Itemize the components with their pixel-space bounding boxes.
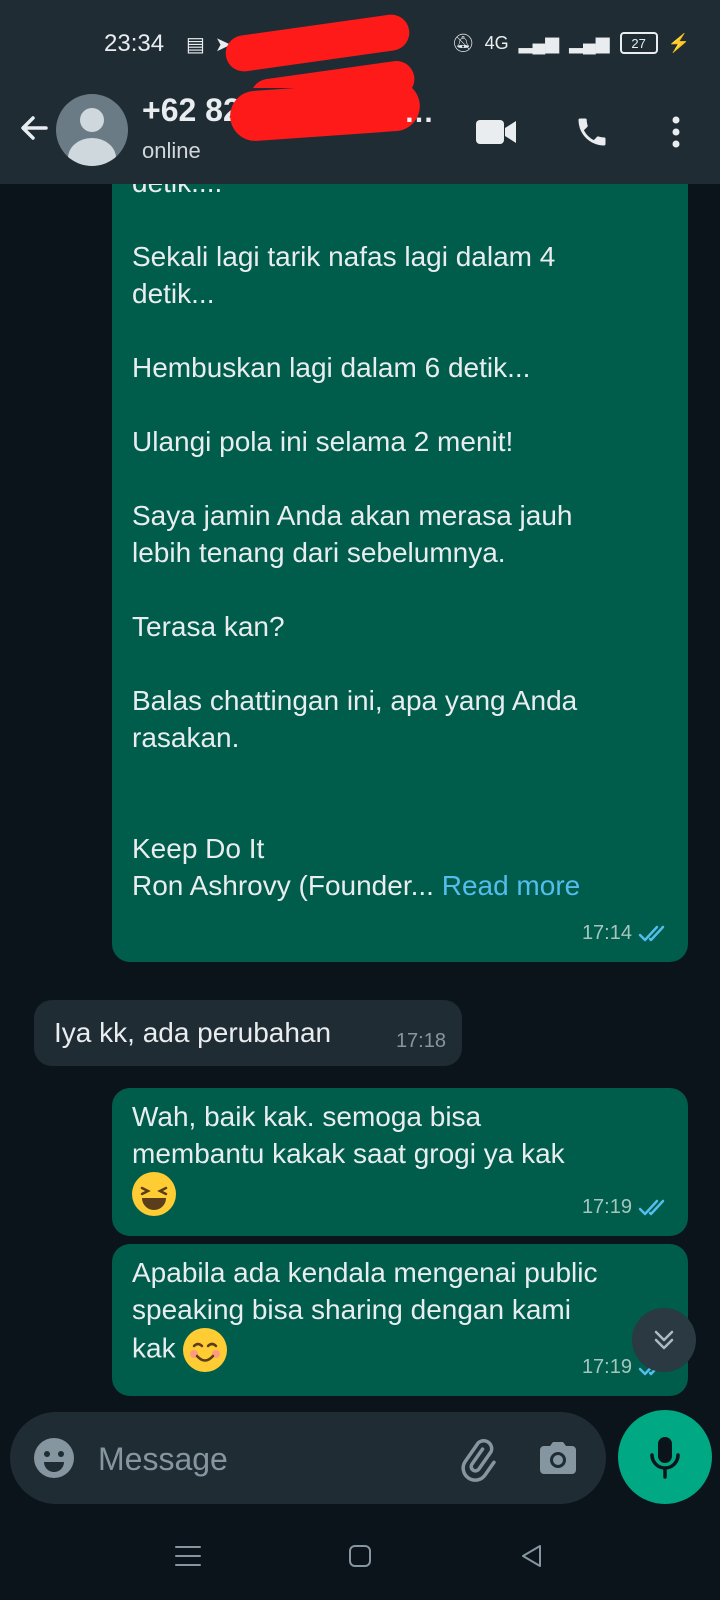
smiling-face-emoji-icon	[183, 1328, 228, 1372]
status-right-icons: 🔕︎ 4G ▂▄▆ ▂▄▆ 27 ⚡	[452, 32, 690, 54]
system-navigation-bar	[0, 1510, 720, 1600]
grinning-squinting-emoji-icon	[132, 1172, 176, 1216]
chat-header: +62 82 … online	[0, 79, 720, 184]
home-icon[interactable]	[340, 1536, 380, 1576]
double-check-icon	[638, 925, 665, 941]
message-text: Wah, baik kak. semoga bisa membantu kaka…	[132, 1101, 565, 1169]
back-triangle-icon[interactable]	[512, 1536, 552, 1576]
message-bubble-incoming[interactable]: Iya kk, ada perubahan 17:18	[34, 1000, 462, 1066]
message-time: 17:19	[581, 1196, 632, 1218]
avatar[interactable]	[56, 94, 128, 166]
read-more-link[interactable]: Read more	[442, 870, 581, 901]
battery-icon: 27	[619, 32, 658, 54]
status-bar: 23:34 ▤ ➤ ♪ ▮ 🔕︎ 4G ▂▄▆ ▂▄▆ 27 ⚡	[0, 0, 720, 147]
signal-icon: ▂▄▆	[518, 32, 560, 53]
signal-icon-2: ▂▄▆	[569, 32, 610, 53]
double-chevron-down-icon	[654, 1330, 674, 1350]
camera-icon[interactable]	[534, 1434, 582, 1482]
message-text: Iya kk, ada perubahan	[54, 1017, 332, 1048]
mute-icon: 🔕︎	[451, 32, 475, 53]
paperclip-icon[interactable]	[454, 1434, 502, 1482]
redaction-mark	[228, 79, 422, 143]
name-ellipsis: …	[404, 96, 434, 129]
double-check-icon	[638, 1199, 665, 1215]
microphone-icon	[650, 1437, 680, 1479]
message-text: detik.... Sekali lagi tarik nafas lagi d…	[132, 184, 578, 901]
scroll-to-bottom-button[interactable]	[632, 1308, 696, 1372]
contact-status: online	[142, 138, 201, 163]
video-call-icon[interactable]	[472, 108, 520, 156]
message-time: 17:19	[581, 1356, 632, 1378]
emoji-icon[interactable]	[30, 1434, 78, 1482]
message-time: 17:18	[395, 1030, 446, 1052]
message-meta: 17:14	[582, 915, 672, 952]
network-type-icon: 4G	[484, 32, 509, 53]
message-input[interactable]	[96, 1432, 430, 1486]
message-bubble-outgoing[interactable]: Wah, baik kak. semoga bisa membantu kaka…	[112, 1088, 688, 1236]
message-bubble-outgoing[interactable]: Apabila ada kendala mengenai public spea…	[112, 1244, 688, 1396]
contact-name[interactable]: +62 82	[142, 92, 241, 129]
message-time: 17:14	[581, 922, 632, 944]
message-composer	[10, 1412, 606, 1504]
status-time: 23:34	[104, 30, 165, 57]
charging-icon: ⚡	[667, 32, 690, 53]
message-meta: 17:18	[396, 1023, 446, 1060]
message-bubble-outgoing[interactable]: detik.... Sekali lagi tarik nafas lagi d…	[112, 184, 688, 962]
news-icon: ▤	[186, 34, 205, 56]
back-arrow-icon[interactable]	[14, 108, 54, 148]
chat-area[interactable]: detik.... Sekali lagi tarik nafas lagi d…	[0, 184, 720, 1400]
message-meta: 17:19	[582, 1189, 672, 1226]
voice-message-button[interactable]	[618, 1410, 712, 1504]
more-options-icon[interactable]	[652, 108, 700, 156]
recents-icon[interactable]	[168, 1536, 208, 1576]
voice-call-icon[interactable]	[568, 108, 616, 156]
